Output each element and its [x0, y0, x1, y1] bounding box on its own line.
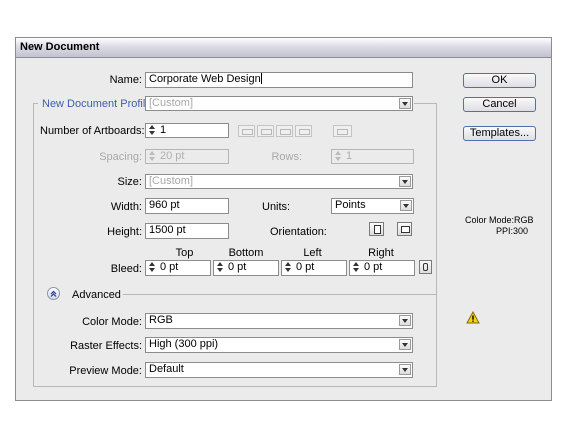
- warning-icon: [466, 311, 480, 324]
- bleed-label: Bleed:: [110, 263, 142, 275]
- profile-dropdown[interactable]: [Custom]: [145, 96, 413, 111]
- height-label: Height:: [107, 226, 142, 238]
- units-label: Units:: [262, 201, 291, 213]
- group-border-top-right: [414, 103, 437, 104]
- bleed-left-label: Left: [303, 247, 322, 259]
- bleed-right-label: Right: [368, 247, 394, 259]
- stepper-arrows-icon: [148, 262, 157, 273]
- artboards-label: Number of Artboards:: [40, 125, 145, 137]
- info-ppi: PPI:300: [496, 226, 529, 236]
- layout-direction-icon[interactable]: [333, 125, 352, 137]
- size-value: [Custom]: [149, 175, 194, 187]
- cancel-button[interactable]: Cancel: [463, 97, 536, 112]
- chevron-down-icon: [399, 339, 411, 350]
- collapse-advanced-icon[interactable]: [47, 287, 60, 300]
- rows-value: 1: [346, 150, 353, 162]
- profile-label: New Document Profile:: [42, 98, 155, 110]
- bleed-bottom-stepper[interactable]: 0 pt: [213, 260, 279, 276]
- grid-by-row-icon[interactable]: [238, 125, 255, 137]
- chevron-down-icon: [400, 200, 412, 211]
- stepper-arrows-icon: [334, 151, 343, 162]
- rows-stepper[interactable]: 1: [331, 149, 414, 164]
- group-border-bottom: [33, 386, 437, 387]
- color-mode-value: RGB: [149, 314, 173, 326]
- dialog-title: New Document: [20, 41, 100, 53]
- chevron-up-icon: [50, 290, 57, 297]
- advanced-divider: [123, 294, 436, 295]
- chevron-down-icon: [399, 364, 411, 375]
- name-input[interactable]: Corporate Web Design: [145, 72, 413, 88]
- stepper-arrows-icon: [216, 262, 225, 273]
- arrange-by-column-icon[interactable]: [295, 125, 312, 137]
- bleed-top-stepper[interactable]: 0 pt: [145, 260, 211, 276]
- width-label: Width:: [110, 201, 142, 213]
- bleed-left-value: 0 pt: [296, 261, 315, 273]
- units-dropdown[interactable]: Points: [331, 198, 414, 214]
- ok-button[interactable]: OK: [463, 73, 536, 88]
- color-mode-label: Color Mode:: [82, 316, 142, 328]
- link-bleed-icon[interactable]: [419, 260, 432, 274]
- group-border-left: [33, 103, 34, 386]
- landscape-orientation-icon[interactable]: [397, 222, 412, 236]
- spacing-stepper[interactable]: 20 pt: [145, 149, 229, 164]
- size-label: Size:: [117, 176, 142, 188]
- raster-effects-dropdown[interactable]: High (300 ppi): [145, 337, 413, 353]
- profile-value: [Custom]: [149, 97, 194, 109]
- arrange-by-row-icon[interactable]: [276, 125, 293, 137]
- units-value: Points: [335, 199, 366, 211]
- info-color-mode: Color Mode:RGB: [465, 215, 534, 225]
- preview-mode-dropdown[interactable]: Default: [145, 362, 413, 378]
- bleed-left-stepper[interactable]: 0 pt: [281, 260, 347, 276]
- name-input-value: Corporate Web Design: [149, 73, 261, 85]
- chevron-down-icon: [399, 176, 411, 187]
- name-label: Name:: [109, 74, 142, 86]
- bleed-right-stepper[interactable]: 0 pt: [349, 260, 415, 276]
- stepper-arrows-icon: [148, 151, 157, 162]
- group-border-right: [436, 103, 437, 386]
- bleed-top-label: Top: [175, 247, 194, 259]
- preview-mode-label: Preview Mode:: [69, 365, 142, 377]
- height-input[interactable]: 1500 pt: [145, 223, 229, 239]
- artboards-value: 1: [160, 124, 167, 136]
- spacing-label: Spacing:: [99, 151, 142, 163]
- size-dropdown[interactable]: [Custom]: [145, 174, 413, 189]
- stepper-arrows-icon: [352, 262, 361, 273]
- advanced-label: Advanced: [72, 289, 121, 301]
- portrait-orientation-icon[interactable]: [369, 222, 384, 236]
- chevron-down-icon: [399, 315, 411, 326]
- raster-effects-value: High (300 ppi): [149, 338, 219, 350]
- chevron-down-icon: [399, 98, 411, 109]
- bleed-bottom-label: Bottom: [228, 247, 264, 259]
- templates-button[interactable]: Templates...: [463, 126, 536, 141]
- rows-label: Rows:: [271, 151, 302, 163]
- width-input[interactable]: 960 pt: [145, 198, 229, 214]
- stepper-arrows-icon: [284, 262, 293, 273]
- artboards-stepper[interactable]: 1: [145, 123, 229, 138]
- color-mode-dropdown[interactable]: RGB: [145, 313, 413, 329]
- orientation-label: Orientation:: [270, 226, 327, 238]
- stepper-arrows-icon: [148, 125, 157, 136]
- raster-effects-label: Raster Effects:: [70, 340, 142, 352]
- bleed-bottom-value: 0 pt: [228, 261, 247, 273]
- grid-by-column-icon[interactable]: [257, 125, 274, 137]
- bleed-right-value: 0 pt: [364, 261, 383, 273]
- bleed-top-value: 0 pt: [160, 261, 179, 273]
- spacing-value: 20 pt: [160, 150, 185, 162]
- preview-mode-value: Default: [149, 363, 184, 375]
